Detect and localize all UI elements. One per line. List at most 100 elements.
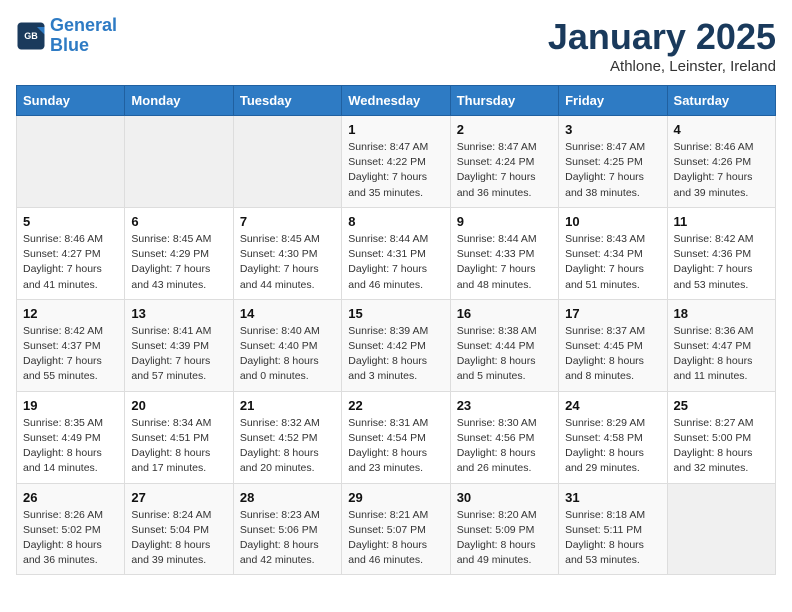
day-cell: 17Sunrise: 8:37 AM Sunset: 4:45 PM Dayli… [559, 299, 667, 391]
day-cell: 4 Sunrise: 8:46 AM Sunset: 4:26 PM Daylig… [667, 116, 775, 208]
day-cell: 31 Sunrise: 8:18 AM Sunset: 5:11 PM Dayli… [559, 483, 667, 575]
day-info: Sunrise: 8:47 AM Sunset: 4:22 PM Dayligh… [348, 140, 443, 201]
col-header-thursday: Thursday [450, 86, 558, 116]
day-number: 13 [131, 306, 226, 321]
day-number: 24 [565, 398, 660, 413]
day-cell [233, 116, 341, 208]
svg-text:GB: GB [24, 31, 38, 41]
day-cell: 26 Sunrise: 8:26 AM Sunset: 5:02 PM Dayli… [17, 483, 125, 575]
day-info: Sunrise: 8:24 AM Sunset: 5:04 PM Dayligh… [131, 508, 226, 569]
day-info: Sunrise: 8:30 AM Sunset: 4:56 PM Dayligh… [457, 416, 552, 477]
calendar-table: SundayMondayTuesdayWednesdayThursdayFrid… [16, 85, 776, 575]
day-number: 18 [674, 306, 769, 321]
day-info: Sunrise: 8:46 AM Sunset: 4:26 PM Dayligh… [674, 140, 769, 201]
title-block: January 2025 Athlone, Leinster, Ireland [548, 16, 776, 75]
day-cell: 1Sunrise: 8:47 AM Sunset: 4:22 PM Daylig… [342, 116, 450, 208]
day-cell: 3 Sunrise: 8:47 AM Sunset: 4:25 PM Daylig… [559, 116, 667, 208]
day-number: 11 [674, 214, 769, 229]
day-cell: 21 Sunrise: 8:32 AM Sunset: 4:52 PM Dayli… [233, 391, 341, 483]
day-info: Sunrise: 8:35 AM Sunset: 4:49 PM Dayligh… [23, 416, 118, 477]
day-cell: 10 Sunrise: 8:43 AM Sunset: 4:34 PM Dayli… [559, 207, 667, 299]
logo-text: GeneralBlue [50, 16, 117, 56]
day-info: Sunrise: 8:42 AM Sunset: 4:37 PM Dayligh… [23, 324, 118, 385]
day-number: 27 [131, 490, 226, 505]
col-header-friday: Friday [559, 86, 667, 116]
col-header-saturday: Saturday [667, 86, 775, 116]
logo: GB GeneralBlue [16, 16, 117, 56]
day-number: 10 [565, 214, 660, 229]
month-title: January 2025 [548, 16, 776, 58]
day-number: 28 [240, 490, 335, 505]
day-cell: 23 Sunrise: 8:30 AM Sunset: 4:56 PM Dayli… [450, 391, 558, 483]
day-info: Sunrise: 8:42 AM Sunset: 4:36 PM Dayligh… [674, 232, 769, 293]
day-number: 23 [457, 398, 552, 413]
day-number: 9 [457, 214, 552, 229]
day-cell: 11 Sunrise: 8:42 AM Sunset: 4:36 PM Dayli… [667, 207, 775, 299]
day-info: Sunrise: 8:27 AM Sunset: 5:00 PM Dayligh… [674, 416, 769, 477]
day-number: 12 [23, 306, 118, 321]
col-header-wednesday: Wednesday [342, 86, 450, 116]
day-cell [17, 116, 125, 208]
day-cell: 24Sunrise: 8:29 AM Sunset: 4:58 PM Dayli… [559, 391, 667, 483]
day-cell: 15 Sunrise: 8:39 AM Sunset: 4:42 PM Dayli… [342, 299, 450, 391]
day-info: Sunrise: 8:34 AM Sunset: 4:51 PM Dayligh… [131, 416, 226, 477]
day-cell: 19 Sunrise: 8:35 AM Sunset: 4:49 PM Dayli… [17, 391, 125, 483]
logo-icon: GB [16, 21, 46, 51]
day-info: Sunrise: 8:38 AM Sunset: 4:44 PM Dayligh… [457, 324, 552, 385]
day-number: 26 [23, 490, 118, 505]
day-info: Sunrise: 8:21 AM Sunset: 5:07 PM Dayligh… [348, 508, 443, 569]
day-number: 16 [457, 306, 552, 321]
day-info: Sunrise: 8:26 AM Sunset: 5:02 PM Dayligh… [23, 508, 118, 569]
day-number: 8 [348, 214, 443, 229]
day-cell: 20Sunrise: 8:34 AM Sunset: 4:51 PM Dayli… [125, 391, 233, 483]
day-number: 15 [348, 306, 443, 321]
day-info: Sunrise: 8:18 AM Sunset: 5:11 PM Dayligh… [565, 508, 660, 569]
day-info: Sunrise: 8:39 AM Sunset: 4:42 PM Dayligh… [348, 324, 443, 385]
day-cell: 18 Sunrise: 8:36 AM Sunset: 4:47 PM Dayli… [667, 299, 775, 391]
day-cell: 25 Sunrise: 8:27 AM Sunset: 5:00 PM Dayli… [667, 391, 775, 483]
day-info: Sunrise: 8:44 AM Sunset: 4:33 PM Dayligh… [457, 232, 552, 293]
week-row-2: 5Sunrise: 8:46 AM Sunset: 4:27 PM Daylig… [17, 207, 776, 299]
day-number: 7 [240, 214, 335, 229]
day-number: 29 [348, 490, 443, 505]
day-cell: 30Sunrise: 8:20 AM Sunset: 5:09 PM Dayli… [450, 483, 558, 575]
day-cell: 9 Sunrise: 8:44 AM Sunset: 4:33 PM Daylig… [450, 207, 558, 299]
day-number: 6 [131, 214, 226, 229]
week-row-5: 26 Sunrise: 8:26 AM Sunset: 5:02 PM Dayli… [17, 483, 776, 575]
day-number: 19 [23, 398, 118, 413]
day-info: Sunrise: 8:44 AM Sunset: 4:31 PM Dayligh… [348, 232, 443, 293]
day-info: Sunrise: 8:47 AM Sunset: 4:25 PM Dayligh… [565, 140, 660, 201]
day-info: Sunrise: 8:40 AM Sunset: 4:40 PM Dayligh… [240, 324, 335, 385]
day-cell: 7 Sunrise: 8:45 AM Sunset: 4:30 PM Daylig… [233, 207, 341, 299]
day-info: Sunrise: 8:47 AM Sunset: 4:24 PM Dayligh… [457, 140, 552, 201]
day-cell [667, 483, 775, 575]
day-info: Sunrise: 8:43 AM Sunset: 4:34 PM Dayligh… [565, 232, 660, 293]
day-number: 30 [457, 490, 552, 505]
day-cell: 22 Sunrise: 8:31 AM Sunset: 4:54 PM Dayli… [342, 391, 450, 483]
day-cell: 12 Sunrise: 8:42 AM Sunset: 4:37 PM Dayli… [17, 299, 125, 391]
page-header: GB GeneralBlue January 2025 Athlone, Lei… [16, 16, 776, 75]
week-row-3: 12 Sunrise: 8:42 AM Sunset: 4:37 PM Dayli… [17, 299, 776, 391]
col-header-sunday: Sunday [17, 86, 125, 116]
day-info: Sunrise: 8:31 AM Sunset: 4:54 PM Dayligh… [348, 416, 443, 477]
day-cell: 14 Sunrise: 8:40 AM Sunset: 4:40 PM Dayli… [233, 299, 341, 391]
day-info: Sunrise: 8:32 AM Sunset: 4:52 PM Dayligh… [240, 416, 335, 477]
day-number: 31 [565, 490, 660, 505]
day-number: 2 [457, 122, 552, 137]
col-header-tuesday: Tuesday [233, 86, 341, 116]
day-info: Sunrise: 8:36 AM Sunset: 4:47 PM Dayligh… [674, 324, 769, 385]
day-number: 21 [240, 398, 335, 413]
day-cell: 27 Sunrise: 8:24 AM Sunset: 5:04 PM Dayli… [125, 483, 233, 575]
day-cell: 13Sunrise: 8:41 AM Sunset: 4:39 PM Dayli… [125, 299, 233, 391]
col-header-monday: Monday [125, 86, 233, 116]
day-info: Sunrise: 8:45 AM Sunset: 4:29 PM Dayligh… [131, 232, 226, 293]
day-info: Sunrise: 8:23 AM Sunset: 5:06 PM Dayligh… [240, 508, 335, 569]
day-number: 25 [674, 398, 769, 413]
day-number: 3 [565, 122, 660, 137]
day-number: 4 [674, 122, 769, 137]
day-info: Sunrise: 8:45 AM Sunset: 4:30 PM Dayligh… [240, 232, 335, 293]
day-number: 22 [348, 398, 443, 413]
day-cell: 8 Sunrise: 8:44 AM Sunset: 4:31 PM Daylig… [342, 207, 450, 299]
day-number: 14 [240, 306, 335, 321]
day-cell: 29 Sunrise: 8:21 AM Sunset: 5:07 PM Dayli… [342, 483, 450, 575]
